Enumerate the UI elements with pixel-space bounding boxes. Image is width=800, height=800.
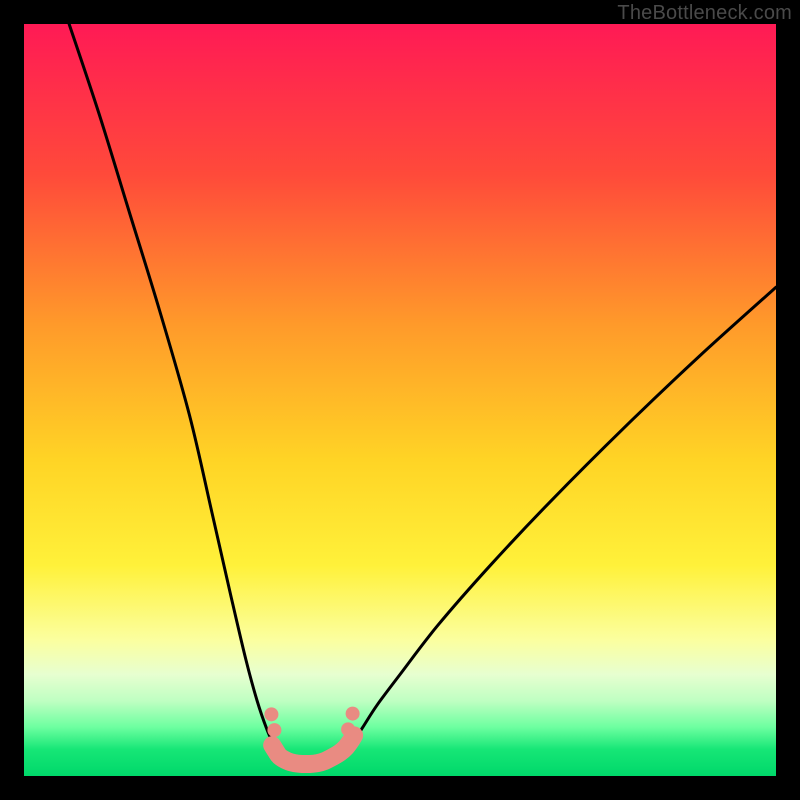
chart-frame: TheBottleneck.com	[0, 0, 800, 800]
watermark-label: TheBottleneck.com	[617, 2, 792, 25]
valley-node	[346, 707, 360, 721]
chart-svg	[24, 24, 776, 776]
plot-area	[24, 24, 776, 776]
gradient-background	[24, 24, 776, 776]
valley-node	[267, 723, 281, 737]
valley-node	[341, 722, 355, 736]
valley-node	[264, 707, 278, 721]
